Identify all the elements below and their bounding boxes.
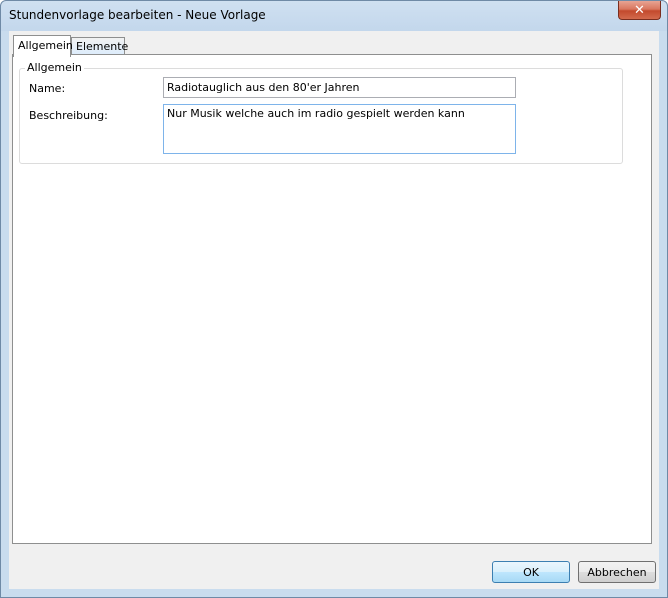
description-textarea[interactable]: Nur Musik welche auch im radio gespielt …	[163, 104, 516, 154]
group-allgemein: Allgemein Name: Beschreibung: Nur Musik …	[19, 62, 623, 164]
tab-elemente[interactable]: Elemente	[71, 37, 129, 55]
tab-allgemein-label: Allgemein	[18, 39, 73, 52]
cancel-button[interactable]: Abbrechen	[578, 561, 656, 583]
tab-allgemein[interactable]: Allgemein	[13, 35, 73, 57]
title-bar[interactable]: Stundenvorlage bearbeiten - Neue Vorlage…	[1, 1, 667, 31]
tab-elemente-label: Elemente	[76, 40, 129, 53]
ok-button[interactable]: OK	[492, 561, 570, 583]
name-input[interactable]	[163, 77, 516, 98]
close-icon: ✕	[634, 2, 645, 18]
dialog-client-area: Allgemein Elemente Allgemein Name: Besch…	[9, 31, 659, 589]
name-label: Name:	[29, 82, 66, 95]
group-legend: Allgemein	[25, 61, 84, 74]
tab-panel-allgemein: Allgemein Name: Beschreibung: Nur Musik …	[12, 54, 652, 544]
window-title: Stundenvorlage bearbeiten - Neue Vorlage	[9, 8, 266, 22]
description-label: Beschreibung:	[29, 109, 108, 122]
close-button[interactable]: ✕	[618, 1, 661, 20]
dialog-window: Stundenvorlage bearbeiten - Neue Vorlage…	[0, 0, 668, 598]
